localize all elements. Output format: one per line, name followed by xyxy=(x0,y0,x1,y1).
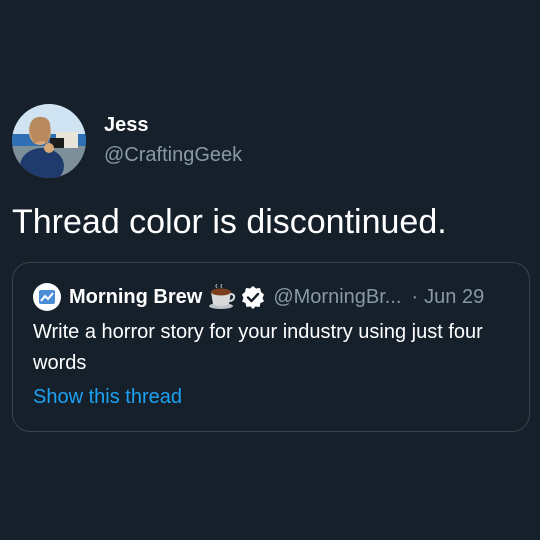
author-name[interactable]: Jess xyxy=(104,113,149,137)
quoted-author-name[interactable]: Morning Brew xyxy=(69,285,202,309)
morning-brew-logo-icon[interactable] xyxy=(33,283,61,311)
quoted-tweet-header: Morning Brew @MorningBr... · Jun 29 xyxy=(33,283,484,311)
quoted-tweet[interactable]: Morning Brew @MorningBr... · Jun 29 Writ… xyxy=(12,262,530,432)
separator-dot: · xyxy=(411,286,419,308)
author-handle[interactable]: @CraftingGeek xyxy=(104,143,242,167)
quoted-tweet-text: Write a horror story for your industry u… xyxy=(33,321,483,374)
author-avatar[interactable] xyxy=(12,104,86,178)
tweet-card: Jess @CraftingGeek Thread color is disco… xyxy=(0,0,540,540)
quoted-author-handle[interactable]: @MorningBr... xyxy=(273,285,401,309)
quoted-tweet-date[interactable]: Jun 29 xyxy=(424,285,484,309)
verified-badge-icon xyxy=(241,285,265,309)
tweet-text: Thread color is discontinued. xyxy=(12,203,447,241)
show-thread-link[interactable]: Show this thread xyxy=(33,385,182,409)
coffee-cup-emoji-icon xyxy=(208,284,236,310)
